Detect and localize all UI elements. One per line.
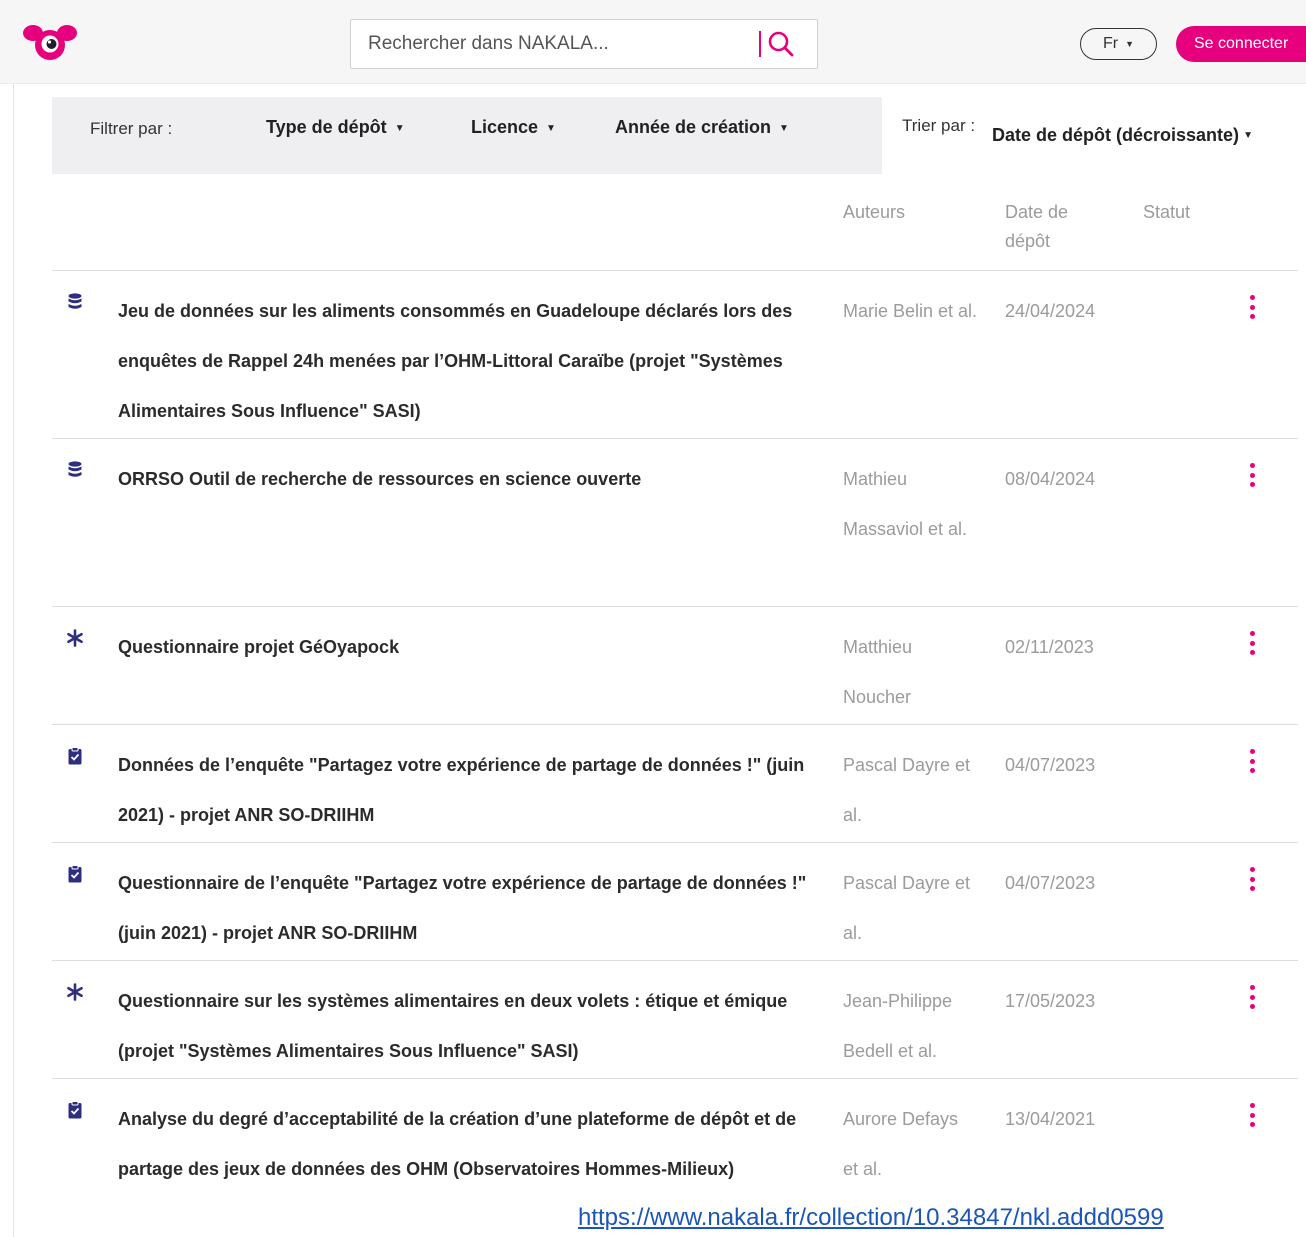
database-icon	[66, 461, 84, 483]
clipboard-icon	[66, 747, 84, 769]
more-options-icon[interactable]	[1246, 985, 1258, 1009]
asterisk-icon	[66, 983, 84, 1005]
magnifier-icon	[768, 31, 794, 57]
sort-dropdown[interactable]: Date de dépôt (décroissante) ▼	[992, 125, 1253, 146]
row-title[interactable]: Jeu de données sur les aliments consommé…	[118, 286, 818, 436]
filter-licence-label: Licence	[471, 117, 539, 137]
row-date: 24/04/2024	[1005, 301, 1096, 321]
asterisk-icon	[66, 629, 84, 651]
more-options-icon[interactable]	[1246, 631, 1258, 655]
row-authors: Marie Belin et al.	[843, 301, 978, 321]
sort-value: Date de dépôt (décroissante)	[992, 125, 1240, 145]
chevron-down-icon: ▼	[546, 123, 556, 134]
left-divider	[13, 84, 14, 1237]
more-options-icon[interactable]	[1246, 749, 1258, 773]
row-date: 04/07/2023	[1005, 873, 1096, 893]
row-date: 13/04/2021	[1005, 1109, 1096, 1129]
row-title[interactable]: Questionnaire projet GéOyapock	[118, 622, 818, 672]
nakala-logo-icon[interactable]	[22, 20, 78, 64]
search-button[interactable]	[759, 28, 801, 60]
search-input[interactable]	[351, 20, 751, 68]
row-authors: Jean-Philippe Bedell et al.	[843, 991, 953, 1061]
row-authors: Matthieu Noucher	[843, 637, 913, 707]
row-authors: Mathieu Massaviol et al.	[843, 469, 968, 539]
row-authors: Pascal Dayre et al.	[843, 755, 971, 825]
sort-label: Trier par :	[902, 116, 976, 135]
filter-type-dropdown[interactable]: Type de dépôt ▼	[266, 117, 405, 138]
filter-label: Filtrer par :	[90, 119, 173, 138]
table-row[interactable]: Questionnaire sur les systèmes alimentai…	[52, 960, 1298, 1078]
more-options-icon[interactable]	[1246, 463, 1258, 487]
more-options-icon[interactable]	[1246, 867, 1258, 891]
row-authors: Aurore Defays et al.	[843, 1109, 959, 1179]
login-button[interactable]: Se connecter	[1176, 26, 1306, 62]
search-box	[350, 19, 818, 69]
chevron-down-icon: ▼	[779, 123, 789, 134]
search-separator	[759, 31, 761, 57]
table-row[interactable]: ORRSO Outil de recherche de ressources e…	[52, 438, 1298, 606]
row-authors: Pascal Dayre et al.	[843, 873, 971, 943]
chevron-down-icon: ▼	[394, 123, 405, 134]
row-title[interactable]: Données de l’enquête "Partagez votre exp…	[118, 740, 818, 840]
row-title[interactable]: Questionnaire sur les systèmes alimentai…	[118, 976, 818, 1076]
row-title[interactable]: ORRSO Outil de recherche de ressources e…	[118, 454, 818, 504]
row-date: 08/04/2024	[1005, 469, 1096, 489]
row-title[interactable]: Analyse du degré d’acceptabilité de la c…	[118, 1094, 818, 1194]
column-header-authors[interactable]: Auteurs	[843, 198, 905, 227]
filter-licence-dropdown[interactable]: Licence ▼	[471, 117, 556, 138]
row-date: 17/05/2023	[1005, 991, 1096, 1011]
clipboard-icon	[66, 865, 84, 887]
table-row[interactable]: Jeu de données sur les aliments consommé…	[52, 270, 1298, 438]
collection-link[interactable]: https://www.nakala.fr/collection/10.3484…	[578, 1204, 1164, 1232]
more-options-icon[interactable]	[1246, 295, 1258, 319]
more-options-icon[interactable]	[1246, 1103, 1258, 1127]
row-title[interactable]: Questionnaire de l’enquête "Partagez vot…	[118, 858, 818, 958]
row-date: 04/07/2023	[1005, 755, 1096, 775]
clipboard-icon	[66, 1101, 84, 1123]
filter-year-dropdown[interactable]: Année de création ▼	[615, 117, 789, 138]
chevron-down-icon: ▼	[1125, 39, 1135, 49]
column-header-date[interactable]: Date de dépôt	[1005, 198, 1095, 256]
language-label: Fr	[1102, 35, 1119, 52]
column-header-status[interactable]: Statut	[1143, 198, 1190, 227]
row-date: 02/11/2023	[1005, 637, 1094, 657]
filter-year-label: Année de création	[615, 117, 772, 137]
table-row[interactable]: Questionnaire de l’enquête "Partagez vot…	[52, 842, 1298, 960]
filter-bar: Filtrer par : Type de dépôt ▼ Licence ▼ An…	[52, 97, 1298, 174]
table-row[interactable]: Données de l’enquête "Partagez votre exp…	[52, 724, 1298, 842]
chevron-down-icon: ▼	[1243, 130, 1253, 141]
sort-area: Trier par : Date de dépôt (décroissante)…	[882, 97, 1298, 174]
language-selector[interactable]: Fr ▼	[1080, 28, 1157, 60]
database-icon	[66, 293, 84, 315]
filter-type-label: Type de dépôt	[266, 117, 387, 137]
table-row[interactable]: Questionnaire projet GéOyapock Matthieu N…	[52, 606, 1298, 724]
